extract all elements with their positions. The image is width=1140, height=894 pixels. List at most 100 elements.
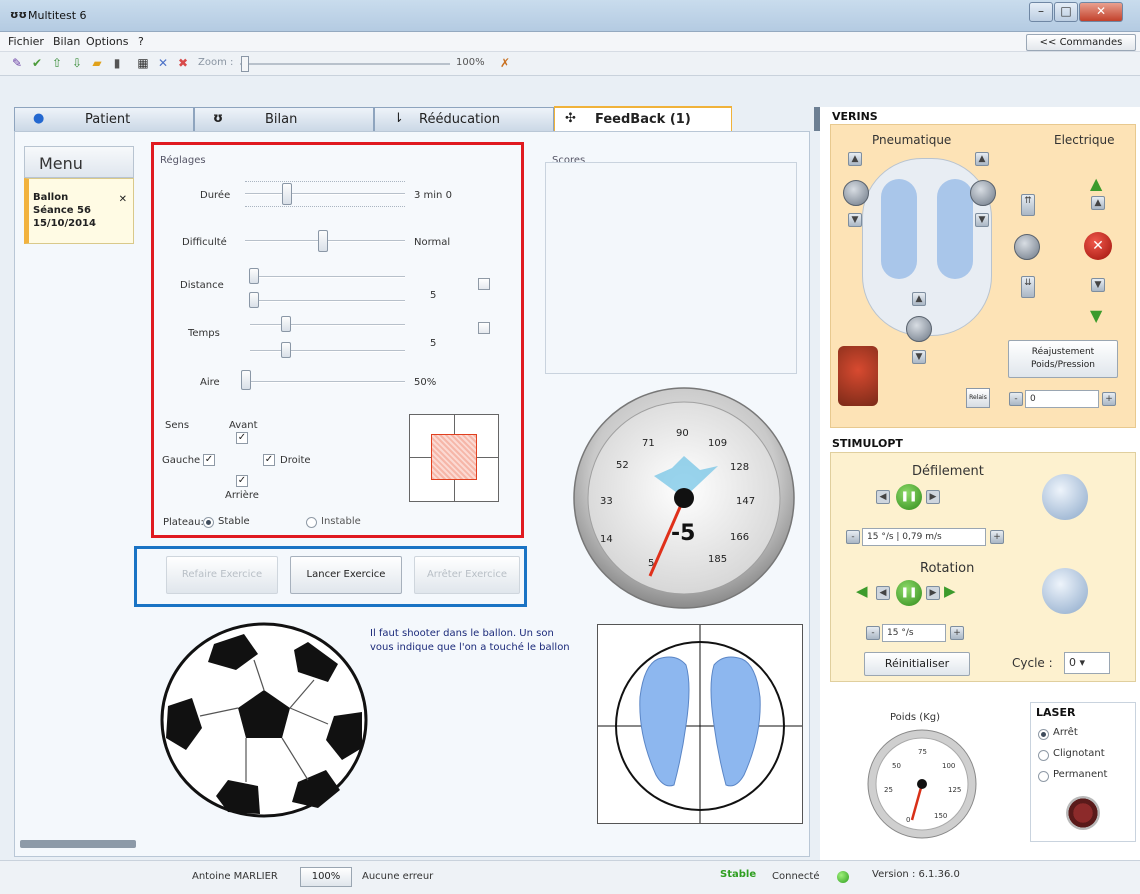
pneu-left-down-button[interactable]: ▼ [848, 213, 862, 227]
instable-radio[interactable] [306, 517, 317, 528]
adjust-plus-button[interactable]: + [1102, 392, 1116, 406]
horizontal-scrollbar[interactable] [20, 840, 136, 848]
elec-up-arrow-icon[interactable]: ▲ [1090, 174, 1102, 193]
session-card[interactable]: Ballon Séance 56 15/10/2014 ✕ [24, 178, 134, 244]
temps-checkbox[interactable] [478, 322, 490, 334]
pneu-right-stop-button[interactable] [970, 180, 996, 206]
close-button[interactable]: ✕ [1079, 2, 1123, 22]
rotation-forward-button[interactable]: ▶ [926, 586, 940, 600]
relais-button[interactable]: Relais [966, 388, 990, 408]
tab-bilan[interactable]: ʊ Bilan [194, 107, 374, 131]
adjust-minus-button[interactable]: - [1009, 392, 1023, 406]
menu-fichier[interactable]: Fichier [8, 35, 44, 48]
zoom-slider-track[interactable] [240, 63, 450, 65]
folder-icon[interactable]: ▰ [90, 56, 104, 70]
gauche-checkbox[interactable]: ✓ [203, 454, 215, 466]
gauge-tick-185: 185 [708, 554, 727, 565]
arriere-checkbox[interactable]: ✓ [236, 475, 248, 487]
tab-patient[interactable]: ● Patient [14, 107, 194, 131]
foot-pressure-plate [597, 624, 803, 824]
check-icon[interactable]: ✔ [30, 56, 44, 70]
poids-tick-150: 150 [934, 812, 947, 820]
temps-track-1[interactable] [250, 324, 405, 326]
import-icon[interactable]: ⇧ [50, 56, 64, 70]
wand-icon[interactable]: ✎ [10, 56, 24, 70]
export-icon[interactable]: ⇩ [70, 56, 84, 70]
laser-clignotant-radio[interactable] [1038, 750, 1049, 761]
disco-ball-image-1 [1042, 474, 1088, 520]
rotation-plus-button[interactable]: + [950, 626, 964, 640]
cross-blue-icon[interactable]: ✕ [156, 56, 170, 70]
delete-session-icon[interactable]: ✕ [115, 193, 127, 206]
speed-plus-button[interactable]: + [990, 530, 1004, 544]
cross-red-icon[interactable]: ✖ [176, 56, 190, 70]
cycle-select[interactable]: 0 ▾ [1064, 652, 1110, 674]
laser-arret-radio[interactable] [1038, 729, 1049, 740]
start-exercise-button[interactable]: Lancer Exercice [290, 556, 402, 594]
pneu-right-down-button[interactable]: ▼ [975, 213, 989, 227]
temps-thumb-1[interactable] [281, 316, 291, 332]
poids-tick-50: 50 [892, 762, 901, 770]
distance-thumb-2[interactable] [249, 292, 259, 308]
tab-feedback[interactable]: ✣ FeedBack (1) [554, 106, 732, 132]
rotation-left-arrow-icon[interactable]: ◀ [856, 582, 868, 600]
duree-slider-thumb[interactable] [282, 183, 292, 205]
laser-permanent-radio[interactable] [1038, 771, 1049, 782]
difficulte-slider-thumb[interactable] [318, 230, 328, 252]
distance-track-2[interactable] [250, 300, 405, 302]
tools-icon[interactable]: ✗ [498, 56, 512, 70]
trash-icon[interactable]: ▮ [110, 56, 124, 70]
aire-track[interactable] [245, 381, 405, 383]
grid-icon[interactable]: ▦ [136, 56, 150, 70]
rotation-right-arrow-icon[interactable]: ▶ [944, 582, 956, 600]
elec-fast-down-button[interactable]: ⇊ [1021, 276, 1035, 298]
pneu-back-stop-button[interactable] [906, 316, 932, 342]
defilement-back-button[interactable]: ◀ [876, 490, 890, 504]
avant-checkbox[interactable]: ✓ [236, 432, 248, 444]
elec-stop-button[interactable] [1014, 234, 1040, 260]
elec-fast-up-button[interactable]: ⇈ [1021, 194, 1035, 216]
pneu-back-up-button[interactable]: ▲ [912, 292, 926, 306]
defilement-pause-button[interactable]: ❚❚ [896, 484, 922, 510]
rotation-back-button[interactable]: ◀ [876, 586, 890, 600]
elec-up-button[interactable]: ▲ [1091, 196, 1105, 210]
temps-track-2[interactable] [250, 350, 405, 352]
status-zoom-button[interactable]: 100% [300, 867, 352, 887]
temps-thumb-2[interactable] [281, 342, 291, 358]
rotation-speed-select[interactable]: 15 °/s [882, 624, 946, 642]
reajustement-button[interactable]: Réajustement Poids/Pression [1008, 340, 1118, 378]
minimize-button[interactable]: – [1029, 2, 1053, 22]
speed-minus-button[interactable]: - [846, 530, 860, 544]
elec-down-button[interactable]: ▼ [1091, 278, 1105, 292]
distance-checkbox[interactable] [478, 278, 490, 290]
reinitialiser-button[interactable]: Réinitialiser [864, 652, 970, 676]
menu-options[interactable]: Options [86, 35, 128, 48]
aire-slider-thumb[interactable] [241, 370, 251, 390]
tab-reeducation[interactable]: ⇂ Rééducation [374, 107, 554, 131]
pneu-right-up-button[interactable]: ▲ [975, 152, 989, 166]
elec-down-arrow-icon[interactable]: ▼ [1090, 306, 1102, 325]
session-menu-header[interactable]: Menu [24, 146, 134, 178]
stop-exercise-button[interactable]: Arrêter Exercice [414, 556, 520, 594]
right-pad-shape [937, 179, 973, 279]
menu-bilan[interactable]: Bilan [53, 35, 80, 48]
zoom-slider-thumb[interactable] [241, 56, 249, 72]
commands-button[interactable]: << Commandes [1026, 34, 1136, 51]
rotation-pause-button[interactable]: ❚❚ [896, 580, 922, 606]
pneu-left-stop-button[interactable] [843, 180, 869, 206]
droite-checkbox[interactable]: ✓ [263, 454, 275, 466]
distance-thumb-1[interactable] [249, 268, 259, 284]
speed-select[interactable]: 15 °/s | 0,79 m/s [862, 528, 986, 546]
maximize-button[interactable]: □ [1054, 2, 1078, 22]
adjust-value-select[interactable]: 0 [1025, 390, 1099, 408]
reset-exercise-button[interactable]: Refaire Exercice [166, 556, 278, 594]
menu-help[interactable]: ? [138, 35, 144, 48]
defilement-forward-button[interactable]: ▶ [926, 490, 940, 504]
rotation-minus-button[interactable]: - [866, 626, 880, 640]
pneu-back-down-button[interactable]: ▼ [912, 350, 926, 364]
pneu-left-up-button[interactable]: ▲ [848, 152, 862, 166]
duree-track[interactable] [245, 193, 405, 195]
distance-track-1[interactable] [250, 276, 405, 278]
elec-emergency-stop-icon[interactable]: ✕ [1084, 232, 1112, 260]
stable-radio[interactable] [203, 517, 214, 528]
